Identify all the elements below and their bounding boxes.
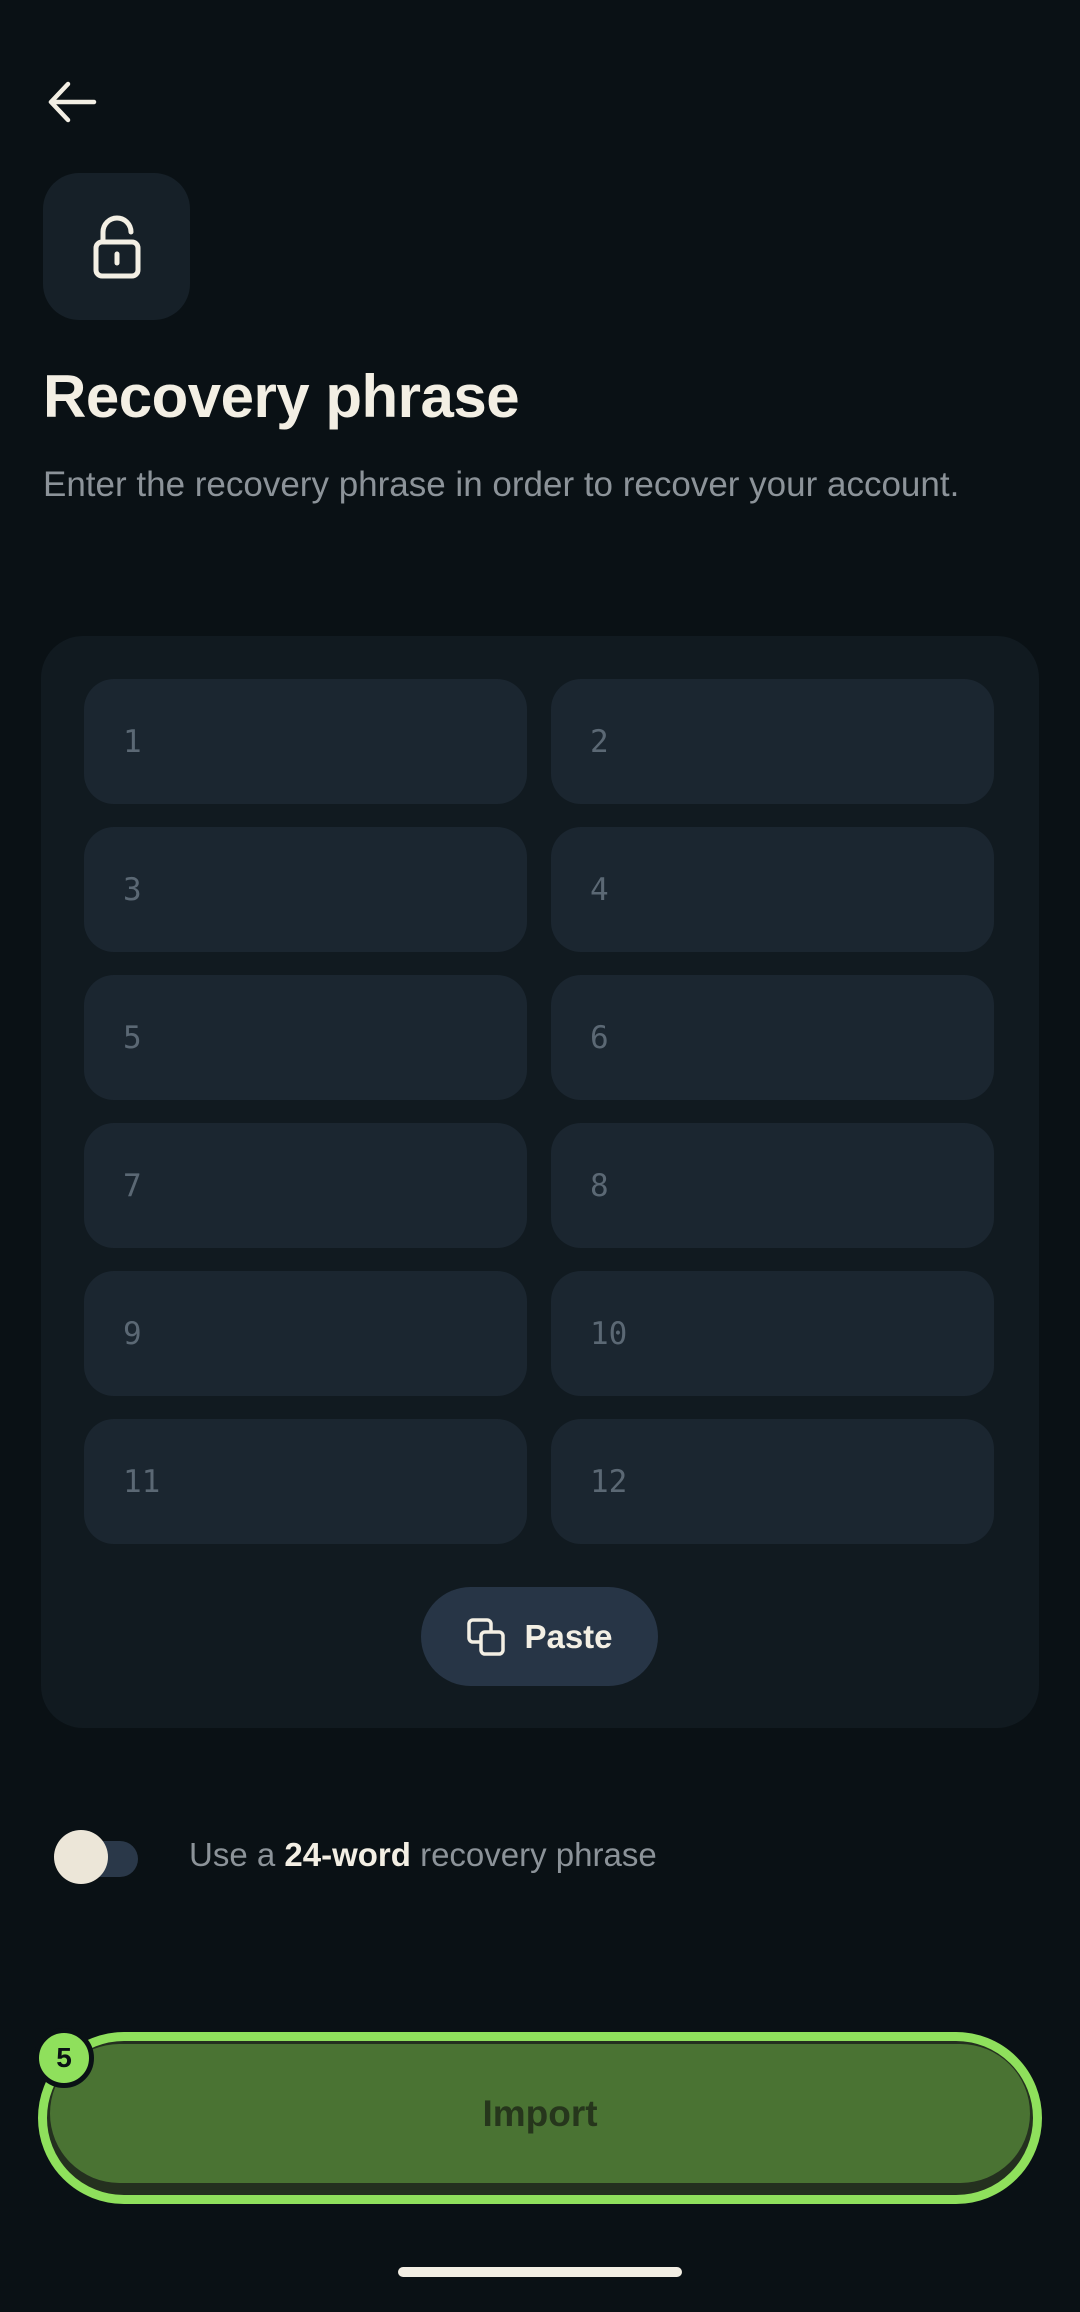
word-field-7[interactable] <box>84 1123 527 1248</box>
import-button[interactable]: Import <box>38 2032 1042 2204</box>
word-input-4[interactable] <box>590 871 994 908</box>
paste-button-label: Paste <box>524 1617 613 1655</box>
recovery-phrase-panel: Paste <box>41 636 1039 1728</box>
word-input-2[interactable] <box>590 723 994 760</box>
toggle-label: Use a 24-word recovery phrase <box>189 1836 657 1873</box>
24-word-toggle[interactable] <box>54 1827 138 1884</box>
paste-button[interactable]: Paste <box>421 1587 658 1686</box>
back-button[interactable] <box>36 66 108 138</box>
word-field-4[interactable] <box>551 827 994 952</box>
word-field-11[interactable] <box>84 1419 527 1544</box>
word-input-6[interactable] <box>590 1019 994 1056</box>
arrow-left-icon <box>48 81 97 123</box>
word-field-5[interactable] <box>84 975 527 1100</box>
word-count-toggle-row: Use a 24-word recovery phrase <box>54 1825 657 1885</box>
import-button-face: Import <box>50 2044 1030 2183</box>
unlock-icon <box>93 215 140 278</box>
import-button-label: Import <box>482 2092 598 2134</box>
word-input-7[interactable] <box>123 1167 527 1204</box>
word-input-8[interactable] <box>590 1167 994 1204</box>
word-field-6[interactable] <box>551 975 994 1100</box>
home-indicator[interactable] <box>398 2267 682 2277</box>
word-field-1[interactable] <box>84 679 527 804</box>
word-input-3[interactable] <box>123 871 527 908</box>
word-field-3[interactable] <box>84 827 527 952</box>
page-subtitle: Enter the recovery phrase in order to re… <box>43 465 960 504</box>
word-input-1[interactable] <box>123 723 527 760</box>
word-input-10[interactable] <box>590 1315 994 1352</box>
lock-tile <box>43 173 190 320</box>
word-input-5[interactable] <box>123 1019 527 1056</box>
word-field-10[interactable] <box>551 1271 994 1396</box>
step-badge: 5 <box>34 2028 94 2088</box>
word-grid <box>84 679 994 1544</box>
word-field-12[interactable] <box>551 1419 994 1544</box>
page-title: Recovery phrase <box>43 363 520 430</box>
toggle-knob <box>54 1830 108 1884</box>
word-field-8[interactable] <box>551 1123 994 1248</box>
word-input-11[interactable] <box>123 1463 527 1500</box>
copy-icon <box>467 1617 506 1656</box>
word-input-9[interactable] <box>123 1315 527 1352</box>
word-input-12[interactable] <box>590 1463 994 1500</box>
word-field-9[interactable] <box>84 1271 527 1396</box>
word-field-2[interactable] <box>551 679 994 804</box>
